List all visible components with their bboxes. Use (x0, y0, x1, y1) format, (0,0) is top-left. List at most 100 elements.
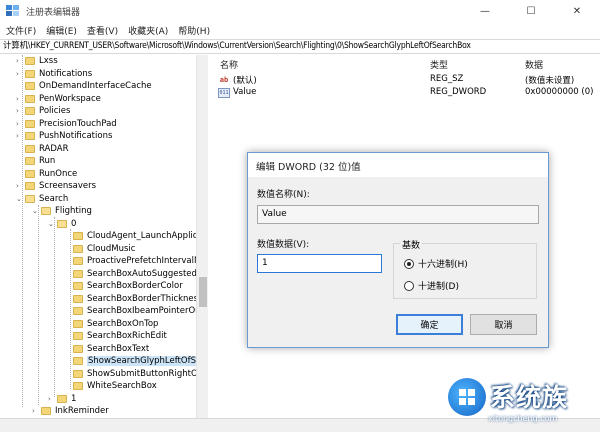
tree-item[interactable]: SearchBoxIbeamPointerOnH (64, 305, 207, 318)
tree-item[interactable]: SearchBoxText (64, 343, 149, 356)
expand-icon[interactable]: › (16, 132, 25, 140)
folder-icon (57, 394, 67, 403)
folder-icon (73, 319, 83, 328)
dec-radio-label: 十进制(D) (418, 282, 459, 292)
value-name-field: Value (257, 205, 539, 224)
dec-radio-option[interactable]: 十进制(D) (404, 279, 459, 292)
folder-icon (73, 369, 83, 378)
tree-item[interactable]: › Screensavers (16, 180, 96, 193)
folder-icon (25, 182, 35, 191)
menu-edit[interactable]: 编辑(E) (46, 24, 77, 37)
dialog-title-bar: 编辑 DWORD (32 位)值 (248, 153, 548, 177)
folder-icon (25, 82, 35, 91)
expand-icon[interactable]: › (16, 182, 25, 190)
collapse-icon[interactable]: ⌄ (48, 220, 57, 228)
menu-bar: 文件(F) 编辑(E) 查看(V) 收藏夹(A) 帮助(H) (0, 22, 600, 38)
folder-icon (25, 94, 35, 103)
watermark-url: xitongcheng.com (488, 414, 558, 423)
tree-item[interactable]: › InkReminder (32, 405, 109, 418)
folder-icon (25, 119, 35, 128)
tree-item[interactable]: CloudMusic (64, 243, 135, 256)
tree-scrollbar[interactable] (196, 55, 208, 418)
tree-item[interactable]: › PrecisionTouchPad (16, 118, 117, 131)
expand-icon[interactable]: › (16, 95, 25, 103)
maximize-button[interactable]: ☐ (508, 0, 554, 22)
tree-item[interactable]: SearchBoxBorderColor (64, 280, 183, 293)
menu-file[interactable]: 文件(F) (6, 24, 36, 37)
tree-item[interactable]: SearchBoxOnTop (64, 318, 158, 331)
value-name: Value (233, 87, 257, 97)
values-header: 名称 类型 数据 (215, 58, 600, 72)
folder-icon (25, 132, 35, 141)
tree-item[interactable]: › PenWorkspace (16, 93, 101, 106)
edit-dword-dialog: 编辑 DWORD (32 位)值 数值名称(N): Value 数值数据(V):… (247, 152, 549, 348)
tree-item[interactable]: Run (16, 155, 55, 168)
site-watermark: 系统族 xitongcheng.com (446, 374, 600, 432)
tree-item[interactable]: › 1 (48, 393, 76, 406)
expand-icon[interactable]: › (16, 70, 25, 78)
dec-radio[interactable] (404, 280, 414, 291)
binary-value-icon: 011 (218, 88, 230, 98)
column-type[interactable]: 类型 (430, 58, 448, 71)
base-groupbox: 基数 十六进制(H) 十进制(D) (393, 238, 537, 299)
menu-favorites[interactable]: 收藏夹(A) (128, 24, 168, 37)
value-data-input[interactable]: 1 (257, 254, 382, 273)
value-data: 0x00000000 (0) (525, 87, 594, 97)
tree-item[interactable]: ShowSubmitButtonRightOfSe (64, 368, 207, 381)
expand-icon[interactable]: › (16, 107, 25, 115)
folder-icon (25, 169, 35, 178)
folder-icon (73, 344, 83, 353)
value-row[interactable]: ab (默认) REG_SZ (数值未设置) (215, 74, 600, 87)
expand-icon[interactable]: › (16, 57, 25, 65)
tree-item[interactable]: WhiteSearchBox (64, 380, 157, 393)
tree-item[interactable]: ⌄ Search (16, 193, 68, 206)
tree-item[interactable]: RunOnce (16, 168, 77, 181)
address-bar[interactable]: 计算机\HKEY_CURRENT_USER\Software\Microsoft… (0, 39, 600, 54)
tree-item[interactable]: SearchBoxAutoSuggestedFo (64, 268, 207, 281)
registry-tree[interactable]: › Lxss › Notifications OnDemandInterfaceCa… (0, 55, 208, 418)
tree-item[interactable]: ProactivePrefetchIntervalMin (64, 255, 207, 268)
menu-help[interactable]: 帮助(H) (178, 24, 210, 37)
folder-open-icon (25, 194, 35, 203)
column-data[interactable]: 数据 (525, 58, 543, 71)
tree-item-selected[interactable]: ShowSearchGlyphLeftOfSear (64, 355, 207, 368)
tree-item[interactable]: OnDemandInterfaceCache (16, 80, 152, 93)
expand-icon[interactable]: › (16, 120, 25, 128)
column-name[interactable]: 名称 (220, 58, 238, 71)
menu-view[interactable]: 查看(V) (87, 24, 118, 37)
tree-item[interactable]: CloudAgent_LaunchApplicati (64, 230, 207, 243)
base-group-title: 基数 (400, 238, 423, 251)
cancel-button[interactable]: 取消 (470, 314, 537, 335)
hex-radio[interactable] (404, 258, 414, 269)
folder-icon (73, 332, 83, 341)
collapse-icon[interactable]: ⌄ (16, 195, 25, 203)
minimize-button[interactable]: — (462, 0, 508, 22)
folder-icon (73, 307, 83, 316)
hex-radio-label: 十六进制(H) (418, 260, 468, 270)
tree-item[interactable]: ⌄ 0 (48, 218, 76, 231)
folder-icon (25, 144, 35, 153)
tree-item[interactable]: SearchBoxBorderThickness (64, 293, 203, 306)
hex-radio-option[interactable]: 十六进制(H) (404, 257, 468, 270)
folder-open-icon (57, 219, 67, 228)
tree-item[interactable]: RADAR (16, 143, 69, 156)
folder-icon (25, 157, 35, 166)
value-data: (数值未设置) (525, 76, 575, 86)
expand-icon[interactable]: › (48, 395, 57, 403)
tree-item[interactable]: ⌄ Flighting (32, 205, 92, 218)
collapse-icon[interactable]: ⌄ (32, 207, 41, 215)
tree-item[interactable]: › Notifications (16, 68, 92, 81)
folder-icon (73, 357, 83, 366)
tree-scrollbar-thumb[interactable] (199, 277, 207, 307)
tree-item[interactable]: › Lxss (16, 55, 58, 68)
tree-item[interactable]: SearchBoxRichEdit (64, 330, 167, 343)
expand-icon[interactable]: › (32, 407, 41, 415)
value-row[interactable]: 011 Value REG_DWORD 0x00000000 (0) (215, 87, 600, 100)
folder-icon (73, 294, 83, 303)
tree-item[interactable]: › Policies (16, 105, 70, 118)
tree-item[interactable]: › PushNotifications (16, 130, 112, 143)
close-button[interactable]: ✕ (554, 0, 600, 22)
folder-icon (73, 232, 83, 241)
ok-button[interactable]: 确定 (396, 314, 463, 335)
windows-logo-icon (448, 378, 486, 416)
